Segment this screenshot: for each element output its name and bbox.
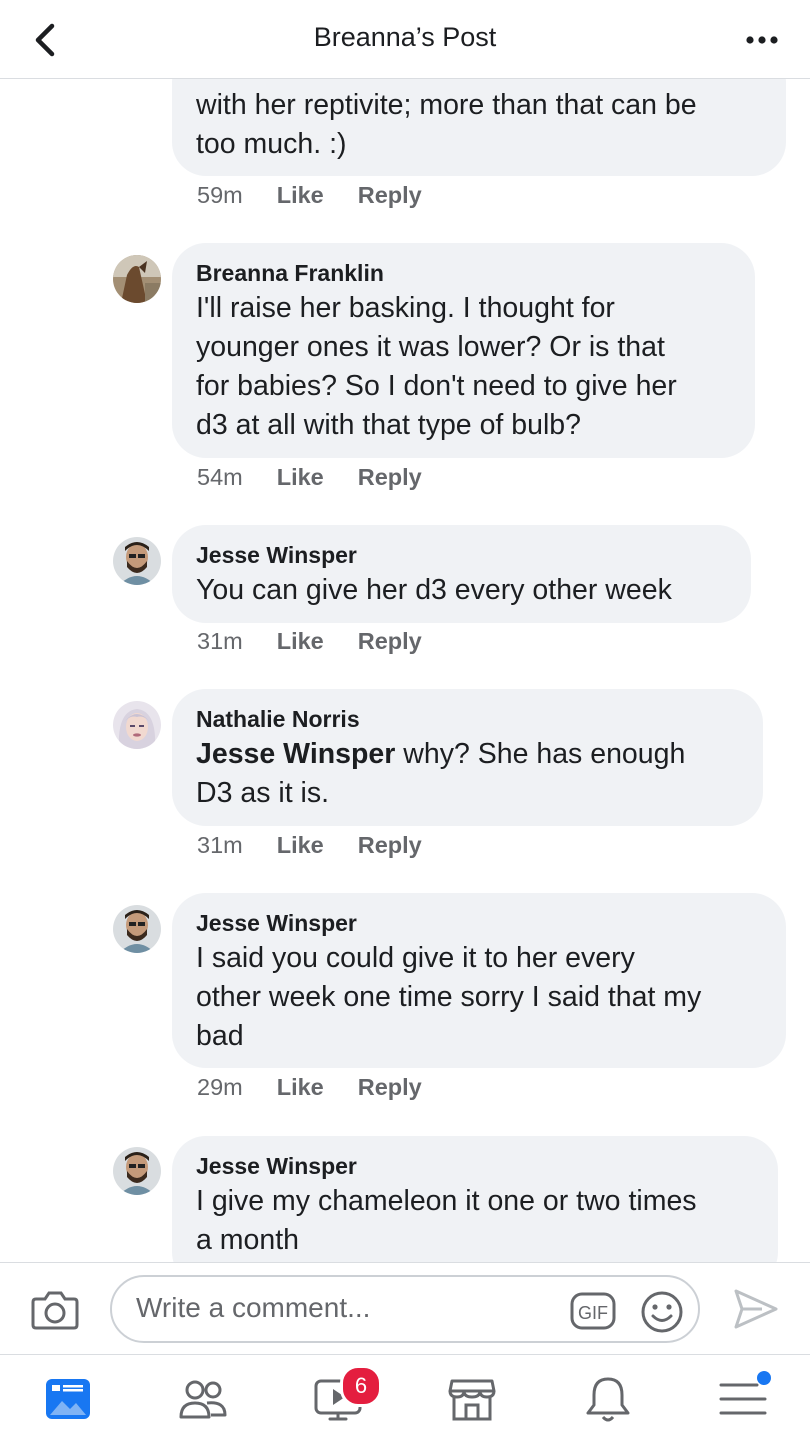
menu-notification-dot <box>757 1371 771 1385</box>
comment-input-placeholder: Write a comment... <box>136 1292 371 1323</box>
reply-button[interactable]: Reply <box>358 182 422 209</box>
comment-meta: 29m Like Reply <box>197 1074 422 1101</box>
comment-bubble: Breanna Franklin I'll raise her basking.… <box>172 243 755 458</box>
comment-input[interactable]: Write a comment... GIF <box>110 1275 700 1343</box>
comment-text: You can give her d3 every other week <box>196 574 672 606</box>
like-button[interactable]: Like <box>277 182 324 209</box>
comment-bubble: Nathalie Norris Jesse Winsper why? She h… <box>172 689 763 826</box>
reply-button[interactable]: Reply <box>358 832 422 859</box>
camera-icon[interactable] <box>30 1287 80 1333</box>
comment-author[interactable]: Nathalie Norris <box>196 703 739 735</box>
comment-meta: 54m Like Reply <box>197 464 422 491</box>
comment-time: 31m <box>197 832 243 858</box>
page-title: Breanna’s Post <box>313 22 497 52</box>
comment-meta: 31m Like Reply <box>197 628 422 655</box>
comment-meta: 31m Like Reply <box>197 832 422 859</box>
like-button[interactable]: Like <box>277 628 324 655</box>
send-icon[interactable] <box>732 1287 780 1331</box>
comment-time: 29m <box>197 1074 243 1100</box>
like-button[interactable]: Like <box>277 832 324 859</box>
comments-list: with her reptivite; more than that can b… <box>0 0 810 1262</box>
comment-time: 59m <box>197 182 243 208</box>
marketplace-icon[interactable] <box>446 1373 498 1425</box>
avatar[interactable] <box>113 255 161 303</box>
reply-button[interactable]: Reply <box>358 1074 422 1101</box>
mention-link[interactable]: Jesse Winsper <box>196 738 395 770</box>
comment-author[interactable]: Jesse Winsper <box>196 1150 754 1182</box>
bell-icon[interactable] <box>582 1373 634 1425</box>
comment-author[interactable]: Jesse Winsper <box>196 539 727 571</box>
comment-time: 31m <box>197 628 243 654</box>
reply-button[interactable]: Reply <box>358 464 422 491</box>
comment-author[interactable]: Breanna Franklin <box>196 257 731 289</box>
emoji-icon[interactable] <box>640 1290 684 1334</box>
avatar[interactable] <box>113 905 161 953</box>
comment-text: with her reptivite; more than that can b… <box>196 89 697 160</box>
news-feed-icon[interactable] <box>42 1373 94 1425</box>
comment-composer: Write a comment... GIF <box>0 1262 810 1355</box>
gif-label: GIF <box>578 1303 608 1323</box>
comment-bubble: Jesse Winsper I said you could give it t… <box>172 893 786 1068</box>
comment-text-container: Jesse Winsper why? She has enough D3 as … <box>196 735 739 813</box>
friends-icon[interactable] <box>177 1373 229 1425</box>
avatar[interactable] <box>113 1147 161 1195</box>
avatar[interactable] <box>113 701 161 749</box>
like-button[interactable]: Like <box>277 1074 324 1101</box>
comment-bubble: Jesse Winsper I give my chameleon it one… <box>172 1136 778 1262</box>
avatar[interactable] <box>113 537 161 585</box>
reply-button[interactable]: Reply <box>358 628 422 655</box>
gif-icon[interactable]: GIF <box>570 1292 616 1330</box>
like-button[interactable]: Like <box>277 464 324 491</box>
comment-text: I give my chameleon it one or two times … <box>196 1185 697 1256</box>
more-horizontal-icon[interactable] <box>742 26 782 54</box>
comment-bubble: Jesse Winsper You can give her d3 every … <box>172 525 751 623</box>
comment-meta: 59m Like Reply <box>197 182 422 209</box>
comment-author[interactable]: Jesse Winsper <box>196 907 762 939</box>
post-header: Breanna’s Post <box>0 0 810 79</box>
comment-time: 54m <box>197 464 243 490</box>
bottom-nav: 6 <box>0 1354 810 1441</box>
notification-badge: 6 <box>340 1365 382 1407</box>
comment-text: I'll raise her basking. I thought for yo… <box>196 292 677 441</box>
comment-text: I said you could give it to her every ot… <box>196 942 702 1052</box>
